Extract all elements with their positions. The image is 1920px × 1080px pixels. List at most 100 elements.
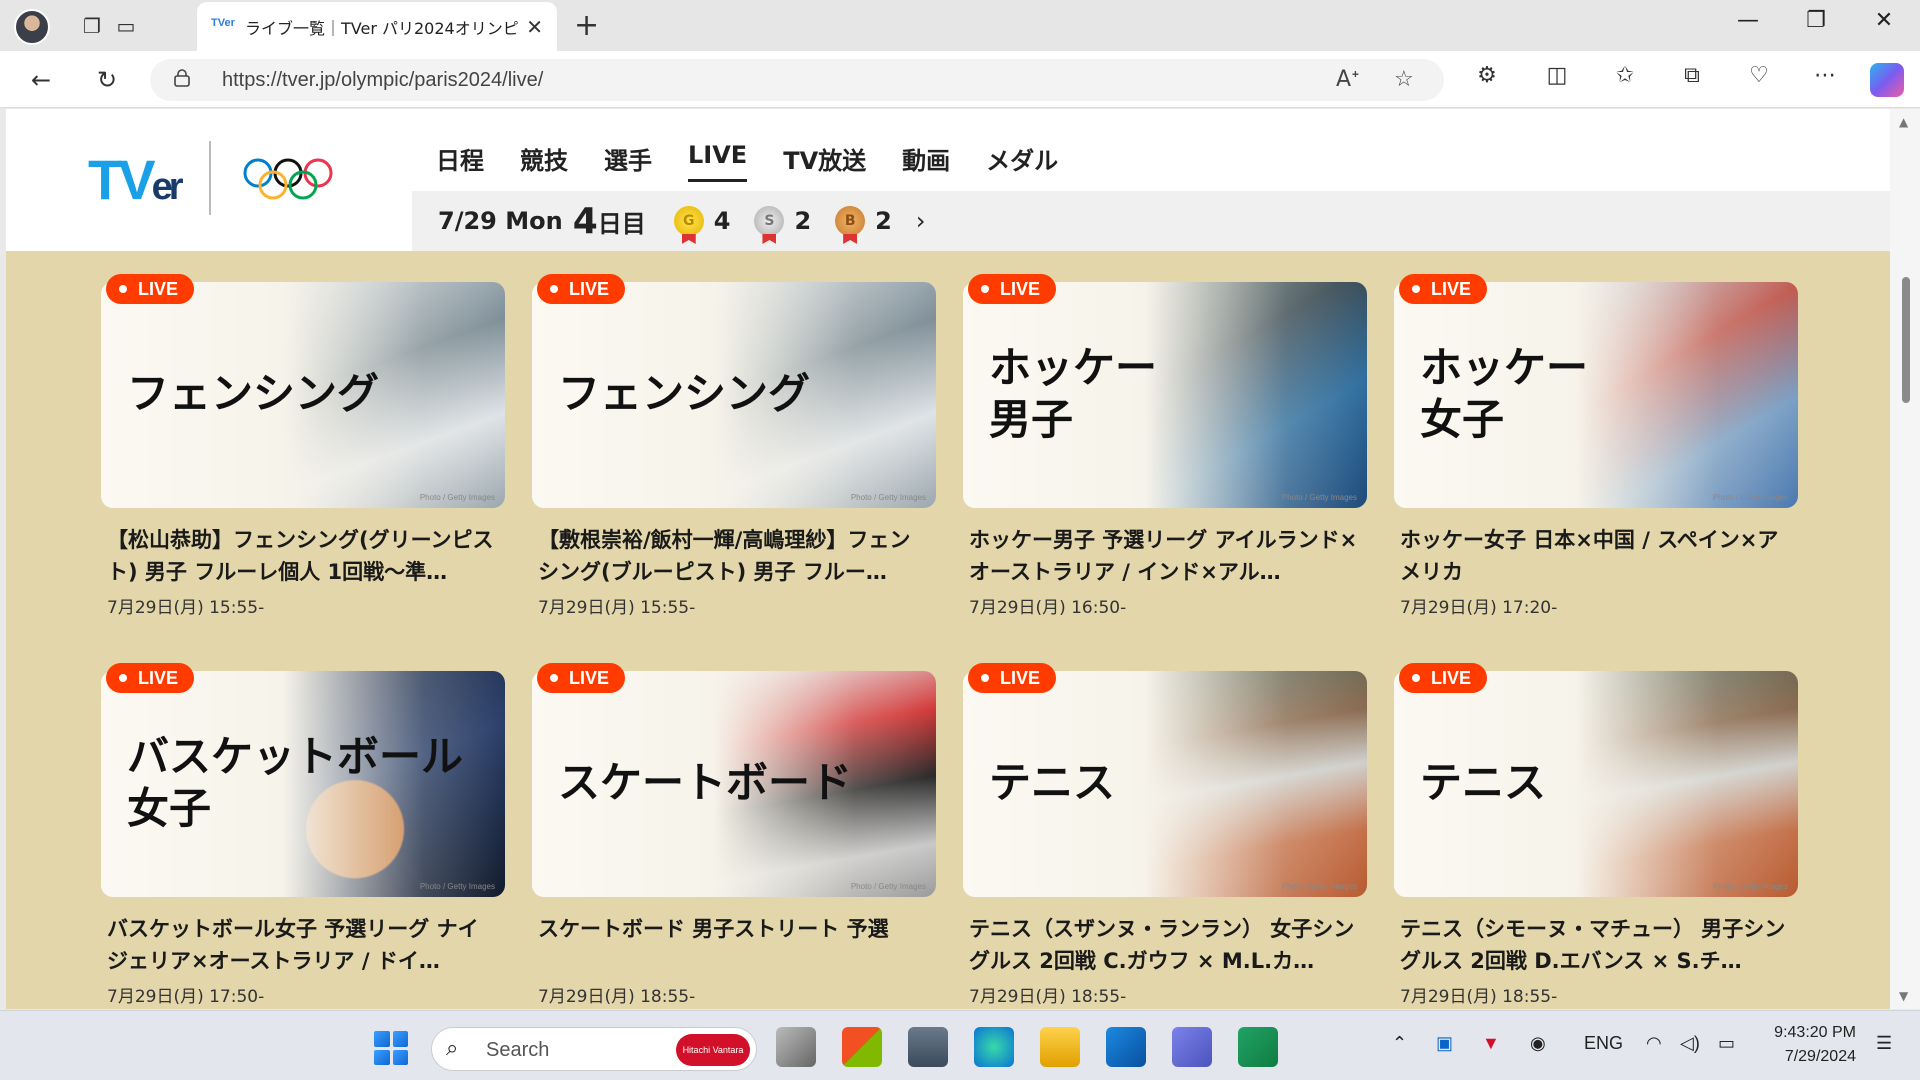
browser-essentials-icon[interactable]: ♡ xyxy=(1742,63,1776,88)
thumbnail-subtitle: 女子 xyxy=(127,784,212,833)
more-menu-icon[interactable]: ⋯ xyxy=(1808,63,1842,88)
card-title[interactable]: 【敷根崇裕/飯村一輝/高嶋理紗】フェンシング(ブルーピスト) 男子 フルー… xyxy=(532,524,936,588)
split-screen-icon[interactable]: ◫ xyxy=(1540,63,1574,88)
profile-avatar[interactable] xyxy=(14,9,50,45)
taskbar-clock[interactable]: 9:43:20 PM 7/29/2024 xyxy=(1760,1021,1856,1069)
photo-credit: Photo / Getty Images xyxy=(850,882,926,891)
task-view-icon[interactable] xyxy=(776,1027,816,1067)
live-card[interactable]: LIVE ホッケー 男子 Photo / Getty Images ホッケー男子… xyxy=(963,274,1367,618)
live-badge: LIVE xyxy=(968,274,1057,304)
page-scrollbar[interactable]: ▲ ▼ xyxy=(1890,109,1920,1009)
card-title[interactable]: テニス（シモーヌ・マチュー） 男子シングルス 2回戦 D.エバンス × S.チ… xyxy=(1394,913,1798,977)
card-thumbnail[interactable]: ホッケー 女子 Photo / Getty Images xyxy=(1394,282,1798,508)
tray-overflow-icon[interactable]: ⌃ xyxy=(1392,1033,1407,1054)
scroll-thumb[interactable] xyxy=(1902,277,1910,403)
file-explorer-icon[interactable] xyxy=(1040,1027,1080,1067)
card-title[interactable]: ホッケー男子 予選リーグ アイルランド×オーストラリア / インド×アル… xyxy=(963,524,1367,588)
gold-medal-icon: G xyxy=(673,206,704,236)
scroll-up-icon[interactable]: ▲ xyxy=(1899,115,1908,129)
card-title[interactable]: ホッケー女子 日本×中国 / スペイン×アメリカ xyxy=(1394,524,1798,588)
card-thumbnail[interactable]: テニス Photo / Getty Images xyxy=(1394,671,1798,897)
photo-credit: Photo / Getty Images xyxy=(1712,493,1788,502)
tab-actions-icon[interactable]: ▭ xyxy=(110,10,142,42)
tab-title: ライブ一覧｜TVer パリ2024オリンピック xyxy=(245,18,519,38)
photo-credit: Photo / Getty Images xyxy=(419,882,495,891)
card-title[interactable]: スケートボード 男子ストリート 予選 xyxy=(532,913,936,977)
favorites-icon[interactable]: ✩ xyxy=(1608,63,1642,88)
tab-close-icon[interactable]: ✕ xyxy=(526,15,543,39)
live-card[interactable]: LIVE フェンシング Photo / Getty Images 【敷根崇裕/飯… xyxy=(532,274,936,618)
card-thumbnail[interactable]: スケートボード Photo / Getty Images xyxy=(532,671,936,897)
favorite-star-icon[interactable]: ☆ xyxy=(1394,67,1414,92)
nav-athletes[interactable]: 選手 xyxy=(604,141,652,182)
live-card[interactable]: LIVE スケートボード Photo / Getty Images スケートボー… xyxy=(532,663,936,1007)
photo-credit: Photo / Getty Images xyxy=(850,493,926,502)
live-card[interactable]: LIVE テニス Photo / Getty Images テニス（シモーヌ・マ… xyxy=(1394,663,1798,1007)
nav-videos[interactable]: 動画 xyxy=(902,141,950,182)
windows-start-icon[interactable] xyxy=(374,1031,408,1065)
minimize-icon[interactable]: — xyxy=(1728,8,1768,33)
card-thumbnail[interactable]: テニス Photo / Getty Images xyxy=(963,671,1367,897)
medal-bar[interactable]: 7/29 Mon 4 日目 G 4 S 2 B 2 › xyxy=(412,191,1890,251)
nav-sports[interactable]: 競技 xyxy=(520,141,568,182)
excel-icon[interactable] xyxy=(1238,1027,1278,1067)
address-bar[interactable]: https://tver.jp/olympic/paris2024/live/ … xyxy=(150,59,1444,101)
tray-app-icon[interactable]: ◉ xyxy=(1530,1033,1546,1054)
live-card[interactable]: LIVE バスケットボール 女子 Photo / Getty Images バス… xyxy=(101,663,505,1007)
live-badge: LIVE xyxy=(106,274,195,304)
language-indicator[interactable]: ENG xyxy=(1584,1033,1623,1054)
live-card[interactable]: LIVE テニス Photo / Getty Images テニス（スザンヌ・ラ… xyxy=(963,663,1367,1007)
tray-vivaldi-icon[interactable]: ▼ xyxy=(1482,1033,1500,1054)
refresh-icon[interactable]: ↻ xyxy=(88,61,126,99)
thumbnail-title: ホッケー xyxy=(1420,343,1589,392)
notification-icon[interactable]: ☰ xyxy=(1876,1033,1892,1054)
card-thumbnail[interactable]: フェンシング Photo / Getty Images xyxy=(101,282,505,508)
edge-icon[interactable] xyxy=(974,1027,1014,1067)
nav-schedule[interactable]: 日程 xyxy=(436,141,484,182)
back-icon[interactable]: ← xyxy=(22,61,60,99)
collections-icon[interactable]: ⧉ xyxy=(1675,63,1709,88)
store-icon[interactable] xyxy=(842,1027,882,1067)
card-thumbnail[interactable]: バスケットボール 女子 Photo / Getty Images xyxy=(101,671,505,897)
tver-logo[interactable]: TVer xyxy=(88,147,183,212)
extensions-icon[interactable]: ⚙ xyxy=(1470,63,1504,88)
clock-time: 9:43:20 PM xyxy=(1774,1024,1856,1041)
copilot-icon[interactable] xyxy=(1870,63,1904,97)
nav-tv[interactable]: TV放送 xyxy=(783,141,866,182)
browser-tab-active[interactable]: TVer ライブ一覧｜TVer パリ2024オリンピック ✕ xyxy=(197,2,557,51)
card-time: 7月29日(月) 17:50- xyxy=(107,987,265,1007)
thumbnail-title: フェンシング xyxy=(558,369,811,418)
teams-icon[interactable] xyxy=(1172,1027,1212,1067)
bronze-count: 2 xyxy=(875,207,892,235)
tray-outlook-icon[interactable]: ▣ xyxy=(1436,1033,1453,1054)
volume-icon[interactable]: ◁) xyxy=(1680,1033,1700,1054)
search-icon: ⌕ xyxy=(446,1036,459,1061)
live-card[interactable]: LIVE ホッケー 女子 Photo / Getty Images ホッケー女子… xyxy=(1394,274,1798,618)
live-list: LIVE フェンシング Photo / Getty Images 【松山恭助】フ… xyxy=(6,251,1890,1009)
wifi-icon[interactable]: ◠ xyxy=(1646,1033,1662,1054)
scroll-down-icon[interactable]: ▼ xyxy=(1899,989,1908,1003)
nav-medals[interactable]: メダル xyxy=(986,141,1058,182)
card-title[interactable]: テニス（スザンヌ・ランラン） 女子シングルス 2回戦 C.ガウフ × M.L.カ… xyxy=(963,913,1367,977)
card-title[interactable]: 【松山恭助】フェンシング(グリーンピスト) 男子 フルーレ個人 1回戦～準… xyxy=(101,524,505,588)
chevron-right-icon[interactable]: › xyxy=(916,207,926,235)
read-aloud-icon[interactable]: Aᐩ xyxy=(1336,67,1360,92)
card-thumbnail[interactable]: ホッケー 男子 Photo / Getty Images xyxy=(963,282,1367,508)
card-time: 7月29日(月) 18:55- xyxy=(538,987,696,1007)
thumbnail-title: フェンシング xyxy=(127,369,380,418)
calculator-icon[interactable] xyxy=(908,1027,948,1067)
workspaces-icon[interactable]: ❐ xyxy=(76,10,108,42)
card-thumbnail[interactable]: フェンシング Photo / Getty Images xyxy=(532,282,936,508)
taskbar-search[interactable]: ⌕ Search Hitachi Vantara xyxy=(431,1027,757,1071)
restore-icon[interactable]: ❐ xyxy=(1796,8,1836,33)
new-tab-icon[interactable]: + xyxy=(574,8,599,43)
nav-live[interactable]: LIVE xyxy=(688,141,748,182)
logo-divider xyxy=(209,141,211,215)
card-time: 7月29日(月) 16:50- xyxy=(969,598,1127,618)
close-window-icon[interactable]: ✕ xyxy=(1864,8,1904,33)
outlook-icon[interactable] xyxy=(1106,1027,1146,1067)
lock-icon xyxy=(174,69,190,87)
battery-icon[interactable]: ▭ xyxy=(1718,1033,1735,1054)
live-card[interactable]: LIVE フェンシング Photo / Getty Images 【松山恭助】フ… xyxy=(101,274,505,618)
card-title[interactable]: バスケットボール女子 予選リーグ ナイジェリア×オーストラリア / ドイ… xyxy=(101,913,505,977)
